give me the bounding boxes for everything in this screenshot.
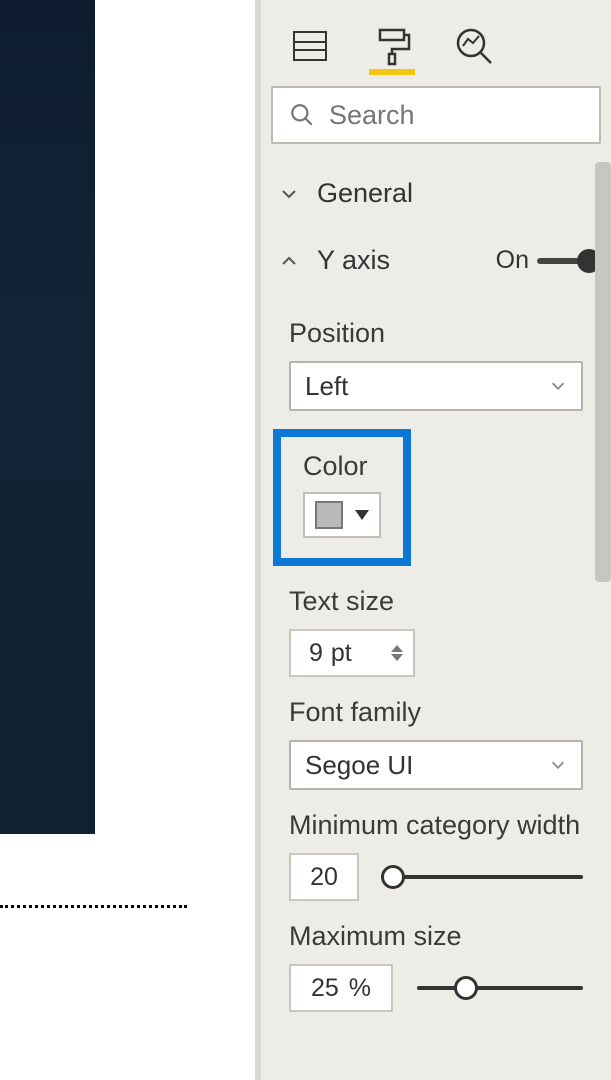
chevron-down-icon <box>549 756 567 774</box>
position-select[interactable]: Left <box>289 361 583 411</box>
position-label: Position <box>289 318 583 349</box>
caret-down-icon <box>355 510 369 520</box>
fields-icon <box>290 26 330 66</box>
min-cat-width-input[interactable]: 20 <box>289 853 359 901</box>
max-size-value: 25 <box>311 974 339 1003</box>
visual-preview[interactable] <box>0 0 95 834</box>
fields-tab[interactable] <box>289 25 331 67</box>
position-value: Left <box>305 371 348 402</box>
text-size-label: Text size <box>289 586 583 617</box>
max-size-unit: % <box>349 974 371 1003</box>
analytics-tab[interactable] <box>453 25 495 67</box>
slider-thumb[interactable] <box>454 976 478 1000</box>
min-cat-width-value: 20 <box>310 863 338 892</box>
text-size-value: 9 <box>309 639 323 668</box>
max-size-input[interactable]: 25 % <box>289 964 393 1012</box>
paint-roller-icon <box>372 26 412 66</box>
yaxis-toggle[interactable]: On <box>496 246 593 275</box>
slider-thumb[interactable] <box>381 865 405 889</box>
min-cat-width-slider[interactable] <box>383 875 583 879</box>
font-family-select[interactable]: Segoe UI <box>289 740 583 790</box>
toggle-track <box>537 258 593 264</box>
active-tab-indicator <box>369 69 415 75</box>
chevron-down-icon <box>549 377 567 395</box>
section-general-title: General <box>317 178 413 209</box>
chevron-down-icon <box>279 184 299 204</box>
font-family-label: Font family <box>289 697 583 728</box>
yaxis-section-body: Position Left Color Text size 9 <box>261 294 611 1032</box>
analytics-icon <box>454 26 494 66</box>
stepper-up-icon[interactable] <box>391 645 403 652</box>
color-picker[interactable] <box>303 492 381 538</box>
text-size-input[interactable]: 9 pt <box>289 629 415 677</box>
text-size-unit: pt <box>331 639 352 668</box>
report-canvas[interactable] <box>0 0 255 1080</box>
min-cat-width-label: Minimum category width <box>289 810 583 841</box>
section-yaxis-header[interactable]: Y axis On <box>261 227 611 294</box>
chevron-up-icon <box>279 251 299 271</box>
stepper-down-icon[interactable] <box>391 654 403 661</box>
format-pane: General Y axis On Position Left <box>261 0 611 1080</box>
max-size-label: Maximum size <box>289 921 583 952</box>
toggle-label: On <box>496 246 529 275</box>
color-label: Color <box>303 451 381 482</box>
format-tab[interactable] <box>371 25 413 67</box>
search-icon <box>289 102 315 128</box>
pane-tabs <box>261 0 611 78</box>
max-size-slider[interactable] <box>417 986 583 990</box>
visual-selection-border <box>0 905 187 908</box>
section-general-header[interactable]: General <box>261 160 611 227</box>
search-box[interactable] <box>271 86 601 144</box>
color-highlight-box: Color <box>273 429 411 566</box>
search-input[interactable] <box>329 100 583 131</box>
section-yaxis-title: Y axis <box>317 245 390 276</box>
color-swatch <box>315 501 343 529</box>
pane-scrollbar[interactable] <box>595 162 611 582</box>
font-family-value: Segoe UI <box>305 750 413 781</box>
